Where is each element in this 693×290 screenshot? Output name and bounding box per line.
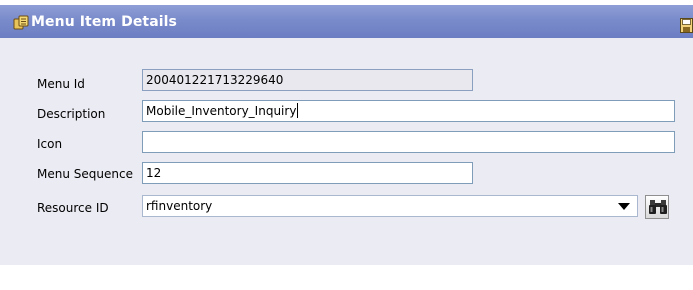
panel-footer [0,265,693,290]
icon-input[interactable] [142,131,675,153]
menu-id-label: Menu Id [37,77,85,91]
menu-id-field: 200401221713229640 [142,69,473,91]
menu-sequence-value: 12 [146,166,162,180]
resource-id-value: rfinventory [146,199,213,213]
save-icon[interactable] [680,18,693,33]
icon-label: Icon [37,137,63,151]
resource-lookup-button[interactable] [645,195,669,219]
resource-id-label: Resource ID [37,201,109,215]
menu-item-details-panel: Menu Item Details Menu Id 20040122171322… [0,0,693,290]
menu-sequence-input[interactable]: 12 [142,162,473,184]
description-input[interactable]: Mobile_Inventory_Inquiry [142,100,675,122]
chevron-down-icon[interactable] [618,203,630,210]
description-label: Description [37,107,106,121]
binoculars-icon [648,199,668,215]
panel-titlebar: Menu Item Details [0,5,693,38]
description-value: Mobile_Inventory_Inquiry [146,104,297,118]
text-caret [297,103,299,118]
menu-id-value: 200401221713229640 [146,73,284,87]
menu-sequence-label: Menu Sequence [37,167,133,181]
panel-title: Menu Item Details [31,14,177,30]
menu-item-icon [13,14,30,30]
resource-id-select[interactable]: rfinventory [142,195,638,217]
